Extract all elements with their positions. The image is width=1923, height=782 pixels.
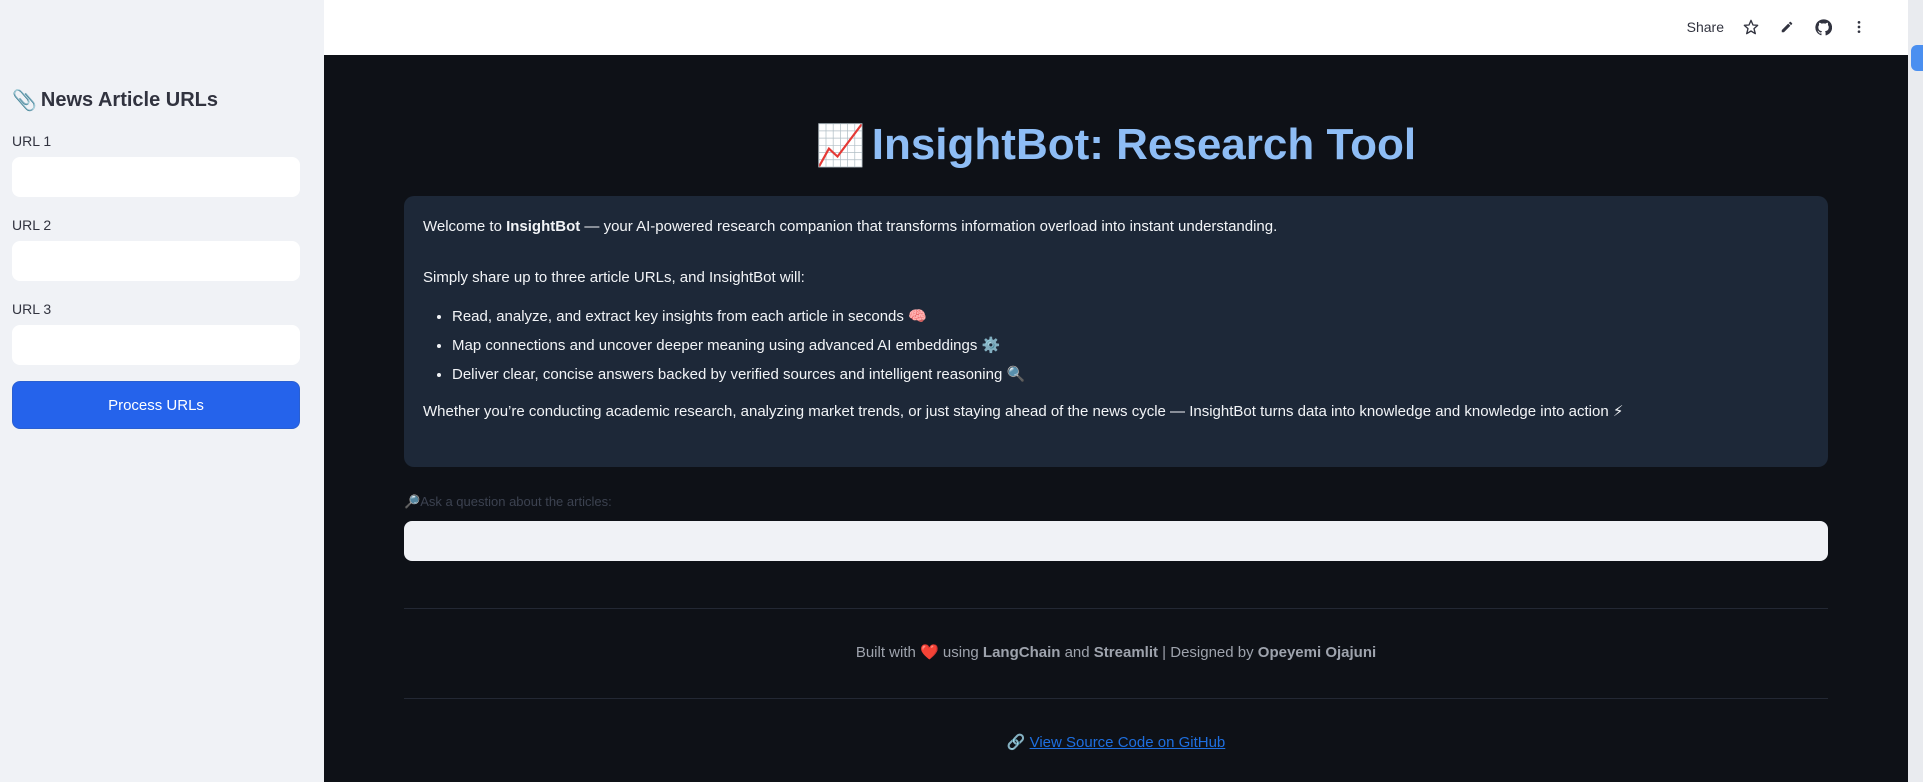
question-input[interactable] <box>404 521 1828 561</box>
github-icon[interactable] <box>1814 18 1832 36</box>
magnifier-icon: 🔍 <box>1006 366 1026 383</box>
side-tab-handle[interactable] <box>1911 45 1923 71</box>
streamlit-text: Streamlit <box>1093 644 1158 661</box>
feature-text: Read, analyze, and extract key insights … <box>452 308 904 325</box>
closing-text: Whether you’re conducting academic resea… <box>423 401 1809 423</box>
using-text: using <box>942 644 979 661</box>
page-title-text: InsightBot: Research Tool <box>871 120 1417 169</box>
url-3-input[interactable] <box>12 325 300 365</box>
star-icon[interactable] <box>1742 18 1760 36</box>
closing-sentence: Whether you’re conducting academic resea… <box>423 403 1609 420</box>
github-source-link[interactable]: View Source Code on GitHub <box>1030 734 1226 751</box>
app-window: 📎 News Article URLs URL 1 URL 2 URL 3 Pr… <box>0 0 1923 782</box>
url-3-label: URL 3 <box>12 301 52 317</box>
built-with-text: Built with <box>855 644 916 661</box>
process-urls-button[interactable]: Process URLs <box>12 381 300 429</box>
right-edge-strip <box>1908 0 1923 782</box>
header-actions: Share <box>1687 18 1868 36</box>
link-icon: 🔗 <box>1006 734 1026 751</box>
heart-icon: ❤️ <box>920 644 939 661</box>
chart-up-icon: 📈 <box>815 124 866 168</box>
list-item: Deliver clear, concise answers backed by… <box>452 360 1809 389</box>
welcome-text: Welcome to InsightBot — your AI-powered … <box>423 216 1809 238</box>
more-vertical-icon[interactable] <box>1850 18 1868 36</box>
intro-text: Simply share up to three article URLs, a… <box>423 269 805 286</box>
welcome-prefix: Welcome to <box>423 218 507 235</box>
list-item: Map connections and uncover deeper meani… <box>452 331 1809 360</box>
question-label-text: Ask a question about the articles: <box>420 494 612 509</box>
sidebar: 📎 News Article URLs URL 1 URL 2 URL 3 Pr… <box>0 0 324 782</box>
welcome-card: Welcome to InsightBot — your AI-powered … <box>404 196 1828 467</box>
question-label: 🔎Ask a question about the articles: <box>404 494 612 510</box>
langchain-text: LangChain <box>982 644 1061 661</box>
share-button[interactable]: Share <box>1687 19 1724 35</box>
source-link-row: 🔗 View Source Code on GitHub <box>324 733 1908 751</box>
and-text: and <box>1064 644 1090 661</box>
footer-divider-bottom <box>404 698 1828 699</box>
feature-text: Map connections and uncover deeper meani… <box>452 337 978 354</box>
author-name: Opeyemi Ojajuni <box>1257 644 1377 661</box>
footer-credit: Built with ❤️ using LangChain and Stream… <box>324 643 1908 661</box>
paperclip-icon: 📎 <box>12 90 37 112</box>
top-header: Share <box>324 0 1908 55</box>
welcome-suffix: — your AI-powered research companion tha… <box>580 218 1278 235</box>
search-icon: 🔎 <box>404 494 421 509</box>
gear-icon: ⚙️ <box>981 337 1001 354</box>
welcome-brand: InsightBot <box>506 218 581 235</box>
feature-text: Deliver clear, concise answers backed by… <box>452 366 1003 383</box>
page-title: 📈 InsightBot: Research Tool <box>324 120 1908 170</box>
pencil-icon[interactable] <box>1778 18 1796 36</box>
url-1-input[interactable] <box>12 157 300 197</box>
url-2-input[interactable] <box>12 241 300 281</box>
sidebar-heading-label: News Article URLs <box>40 89 218 111</box>
designed-by-text: | Designed by <box>1162 644 1254 661</box>
feature-list: Read, analyze, and extract key insights … <box>423 302 1809 389</box>
url-1-label: URL 1 <box>12 133 52 149</box>
sidebar-heading: 📎 News Article URLs <box>12 88 218 113</box>
brain-icon: 🧠 <box>908 308 927 325</box>
lightning-icon: ⚡ <box>1612 403 1624 420</box>
footer-divider-top <box>404 608 1828 609</box>
list-item: Read, analyze, and extract key insights … <box>452 302 1809 331</box>
url-2-label: URL 2 <box>12 217 52 233</box>
